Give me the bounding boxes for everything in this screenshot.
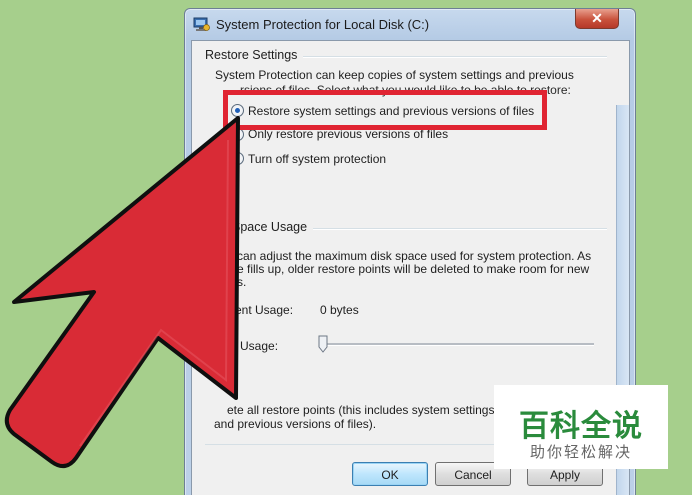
- watermark-title: 百科全说: [519, 409, 643, 444]
- window-title: System Protection for Local Disk (C:): [216, 17, 430, 32]
- watermark-subtitle: 助你轻松解决: [529, 443, 632, 461]
- highlight-box: [223, 90, 547, 130]
- close-icon: ✕: [591, 10, 603, 26]
- current-usage-label: ent Usage:: [235, 303, 294, 317]
- max-usage-slider-thumb[interactable]: [318, 335, 328, 353]
- restore-settings-label: Restore Settings: [205, 48, 304, 62]
- radio-label-turn-off-protection[interactable]: Turn off system protection: [248, 152, 386, 166]
- title-bar[interactable]: System Protection for Local Disk (C:) ✕: [185, 9, 635, 39]
- current-usage-value: 0 bytes: [320, 303, 359, 317]
- radio-turn-off-protection[interactable]: [231, 152, 244, 165]
- watermark-logo: 百科全说 助你轻松解决: [494, 385, 668, 469]
- close-button[interactable]: ✕: [575, 9, 619, 29]
- space-usage-description-2: e fills up, older restore points will be…: [237, 262, 590, 276]
- space-usage-label: Space Usage: [232, 220, 314, 234]
- ok-button[interactable]: OK: [352, 462, 428, 486]
- system-protection-icon: [193, 17, 210, 31]
- restore-settings-description-1: System Protection can keep copies of sys…: [215, 68, 574, 82]
- space-usage-description-3: s.: [237, 275, 247, 289]
- max-usage-slider-track[interactable]: [326, 343, 594, 346]
- max-usage-label: Usage:: [240, 339, 279, 353]
- space-usage-description-1: can adjust the maximum disk space used f…: [237, 249, 592, 263]
- screenshot-stage: System Protection for Local Disk (C:) ✕ …: [0, 0, 692, 495]
- delete-description-2: and previous versions of files).: [214, 417, 377, 431]
- delete-description-1: ete all restore points (this includes sy…: [227, 403, 495, 417]
